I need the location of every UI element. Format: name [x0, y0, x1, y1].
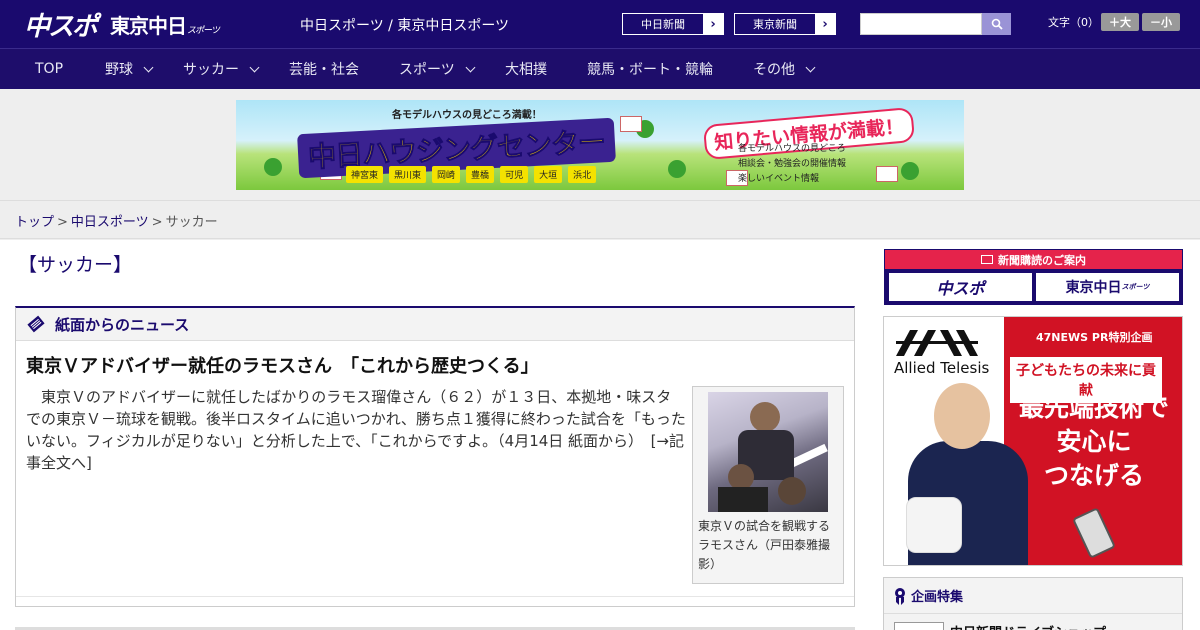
ad-person-head — [934, 383, 990, 449]
banner-subtitle: 各モデルハウスの見どころ満載！ — [392, 110, 542, 121]
logo-chuspo: 中スポ — [24, 11, 98, 42]
page-title: 【サッカー】 — [18, 254, 133, 276]
housing-center-banner[interactable]: 各モデルハウスの見どころ満載！ 中日ハウジングセンター 知りたい情報が満載！ 神… — [236, 100, 964, 190]
subscribe-tokyo-chunichi-button[interactable]: 東京中日 スポーツ — [1035, 272, 1180, 302]
ad-wireless-device — [906, 497, 962, 553]
nav-item-baseball[interactable]: 野球 — [105, 49, 154, 89]
newspaper-icon — [27, 315, 45, 333]
newspaper-icon — [981, 255, 993, 264]
ad-headline: 最先端技術で 安心に つなげる — [1018, 393, 1169, 490]
feature-title: 企画特集 — [911, 590, 964, 605]
news-section: 紙面からのニュース 東京Ｖアドバイザー就任のラモスさん 「これから歴史つくる」 … — [15, 306, 855, 607]
article-body-text: 東京Ｖのアドバイザーに就任したばかりのラモス瑠偉さん（６２）が１３日、本拠地・味… — [26, 388, 686, 450]
chevron-down-icon — [805, 62, 816, 72]
article-photo-box: 東京Ｖの試合を観戦するラモスさん（戸田泰雅撮影） — [692, 386, 844, 584]
nav-item-top[interactable]: TOP — [35, 49, 63, 89]
font-smaller-button[interactable]: －小 — [1142, 13, 1180, 31]
ad-label: 47NEWS PR特別企画 — [1036, 331, 1153, 344]
logo-tokyo-chunichi: 東京中日スポーツ — [110, 13, 220, 38]
house-decoration — [876, 166, 898, 182]
chevron-down-icon — [465, 62, 476, 72]
banner-info-item: 各モデルハウスの見どころ — [738, 144, 846, 154]
chevron-right-icon: › — [815, 14, 835, 34]
feature-item[interactable]: 中日新聞ドライブショップ — [894, 622, 1106, 630]
city-tag: 神宮東 — [346, 166, 384, 183]
article-headline[interactable]: 東京Ｖアドバイザー就任のラモスさん 「これから歴史つくる」 — [26, 352, 539, 378]
breadcrumb: トップ > 中日スポーツ > サッカー — [15, 215, 218, 230]
nav-item-entertainment[interactable]: 芸能・社会 — [289, 49, 359, 89]
city-tag: 豊橋 — [466, 166, 495, 183]
nav-item-other[interactable]: その他 — [753, 49, 816, 89]
city-tag: 黒川東 — [389, 166, 427, 183]
banner-city-list: 神宮東 黒川東 岡崎 豊橋 可児 大垣 浜北 — [346, 166, 597, 183]
subscription-box: 新聞購読のご案内 中スポ 東京中日 スポーツ — [884, 249, 1183, 305]
site-logo[interactable]: 中スポ 東京中日スポーツ — [24, 8, 220, 42]
search-icon — [991, 18, 1003, 30]
subscribe-chuspo-button[interactable]: 中スポ — [888, 272, 1033, 302]
city-tag: 浜北 — [568, 166, 597, 183]
house-decoration — [620, 116, 642, 132]
search-input[interactable] — [860, 13, 982, 35]
news-section-footer — [16, 596, 854, 606]
breadcrumb-top[interactable]: トップ — [15, 215, 54, 230]
banner-info-item: 相談会・勉強会の開催情報 — [738, 159, 847, 169]
chunichi-shimbun-link[interactable]: 中日新聞 › — [622, 13, 724, 35]
news-section-header: 紙面からのニュース — [16, 308, 854, 341]
nav-item-racing[interactable]: 競馬・ボート・競輪 — [587, 49, 713, 89]
article-summary: 東京Ｖのアドバイザーに就任したばかりのラモス瑠偉さん（６２）が１３日、本拠地・味… — [26, 386, 686, 474]
chevron-down-icon — [249, 62, 260, 72]
nav-item-sports[interactable]: スポーツ — [399, 49, 476, 89]
banner-info-list: 各モデルハウスの見どころ 相談会・勉強会の開催情報 楽しいイベント情報 — [738, 142, 846, 187]
city-tag: 大垣 — [534, 166, 563, 183]
top-header: 中スポ 東京中日スポーツ 中日スポーツ / 東京中日スポーツ 中日新聞 › 東京… — [0, 0, 1200, 48]
breadcrumb-chunichi-sports[interactable]: 中日スポーツ — [71, 215, 149, 230]
breadcrumb-current: サッカー — [165, 215, 218, 230]
article-photo[interactable] — [708, 392, 828, 512]
city-tag: 可児 — [500, 166, 529, 183]
ad-brand: Allied Telesis — [894, 359, 990, 377]
subscription-header: 新聞購読のご案内 — [885, 250, 1182, 269]
breadcrumb-bar: トップ > 中日スポーツ > サッカー — [0, 200, 1200, 239]
header-site-title[interactable]: 中日スポーツ / 東京中日スポーツ — [300, 15, 509, 35]
feature-item-label: 中日新聞ドライブショップ — [950, 622, 1106, 630]
tree-decoration — [264, 158, 282, 176]
news-section-title: 紙面からのニュース — [55, 315, 190, 334]
nav-item-sumo[interactable]: 大相撲 — [505, 49, 547, 89]
city-tag: 岡崎 — [432, 166, 461, 183]
chevron-down-icon — [143, 62, 154, 72]
photo-caption: 東京Ｖの試合を観戦するラモスさん（戸田泰雅撮影） — [698, 519, 831, 571]
feature-thumbnail — [894, 622, 944, 630]
banner-info-item: 楽しいイベント情報 — [738, 174, 820, 184]
feature-header: 企画特集 — [884, 578, 1182, 614]
tree-decoration — [901, 162, 919, 180]
chevron-right-icon: › — [703, 14, 723, 34]
main-content: 【サッカー】 紙面からのニュース 東京Ｖアドバイザー就任のラモスさん 「これから… — [0, 240, 1200, 630]
nav-item-soccer[interactable]: サッカー — [183, 49, 260, 89]
font-larger-button[interactable]: ＋大 — [1101, 13, 1139, 31]
main-nav: TOP 野球 サッカー 芸能・社会 スポーツ 大相撲 競馬・ボート・競輪 その他 — [0, 48, 1200, 89]
search-button[interactable] — [982, 13, 1011, 35]
feature-box: 企画特集 中日新聞ドライブショップ — [883, 577, 1183, 630]
font-size-label: 文字（0） — [1048, 16, 1099, 29]
allied-telesis-logo-icon — [896, 330, 978, 356]
tokyo-shimbun-link[interactable]: 東京新聞 › — [734, 13, 836, 35]
tree-decoration — [668, 160, 686, 178]
allied-telesis-ad[interactable]: Allied Telesis 47NEWS PR特別企画 子どもたちの未来に貢献… — [883, 316, 1183, 566]
ribbon-icon — [895, 587, 905, 605]
